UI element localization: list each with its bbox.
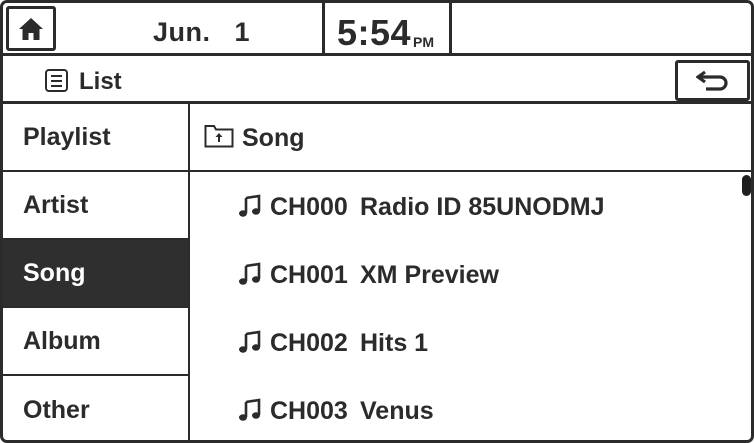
status-divider [322, 3, 325, 56]
song-name: XM Preview [360, 261, 499, 289]
song-name: Venus [360, 397, 434, 425]
title-bar: List [3, 56, 751, 104]
back-arrow-icon [695, 70, 728, 91]
list-item[interactable]: CH003 Venus [190, 376, 740, 440]
content-title: Song [242, 124, 305, 152]
music-note-icon [239, 330, 261, 353]
date-display: Jun. 1 [153, 17, 251, 47]
list-icon [45, 69, 68, 92]
scrollbar[interactable] [740, 172, 751, 440]
song-channel: CH001 [270, 261, 348, 289]
list-item[interactable]: CH001 XM Preview [190, 240, 740, 308]
home-button[interactable] [6, 6, 56, 51]
list-screen: Jun. 1 5:54 PM List Playlist Artist Song [0, 0, 754, 443]
scrollbar-thumb[interactable] [742, 175, 751, 196]
song-name: Hits 1 [360, 329, 429, 357]
song-channel: CH003 [270, 397, 348, 425]
menu-item-label: Playlist [23, 122, 111, 151]
home-icon [19, 17, 43, 40]
song-channel: CH002 [270, 329, 348, 357]
music-note-icon [239, 194, 261, 217]
song-name: Radio ID 85UNODMJ [360, 193, 605, 221]
list-item[interactable]: CH002 Hits 1 [190, 308, 740, 376]
song-list: CH000 Radio ID 85UNODMJ CH001 XM Preview… [190, 172, 740, 440]
content-header[interactable]: Song [190, 104, 751, 172]
status-divider [449, 3, 452, 56]
music-note-icon [239, 398, 261, 421]
folder-up-icon [204, 125, 234, 148]
menu-item-other[interactable]: Other [3, 376, 188, 440]
category-menu: Playlist Artist Song Album Other [3, 104, 190, 440]
clock-time: 5:54 [337, 12, 412, 53]
menu-item-label: Artist [23, 190, 89, 219]
page-title: List [79, 68, 122, 95]
list-item[interactable]: CH000 Radio ID 85UNODMJ [190, 172, 740, 240]
status-bar: Jun. 1 5:54 PM [3, 3, 751, 56]
menu-item-label: Song [23, 258, 86, 287]
menu-item-label: Other [23, 395, 90, 424]
menu-item-album[interactable]: Album [3, 308, 188, 376]
menu-item-label: Album [23, 326, 101, 355]
menu-item-playlist[interactable]: Playlist [3, 104, 188, 172]
music-note-icon [239, 262, 261, 285]
menu-item-song[interactable]: Song [3, 240, 188, 308]
menu-item-artist[interactable]: Artist [3, 172, 188, 240]
back-button[interactable] [675, 60, 750, 101]
song-channel: CH000 [270, 193, 348, 221]
clock-ampm: PM [413, 34, 434, 50]
